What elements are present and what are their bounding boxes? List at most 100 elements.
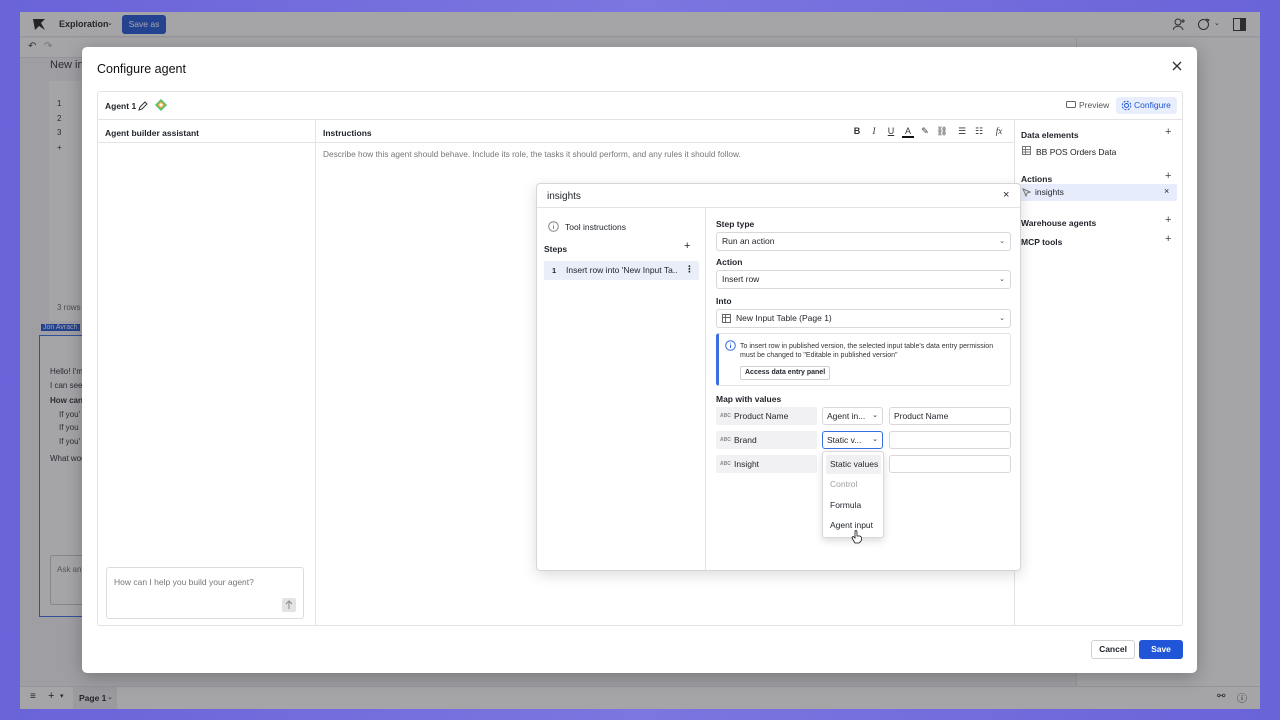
step-type-value: Run an action [722,236,775,246]
source-type-dropdown: Static values Control Formula Agent inpu… [822,451,884,538]
map-field-label: Brand [734,435,757,445]
access-data-entry-button[interactable]: Access data entry panel [740,366,831,380]
chat-placeholder: How can I help you build your agent? [114,577,254,587]
divider [98,142,315,143]
text-color-icon[interactable]: A [902,126,914,138]
agent-resources-panel: Data elements + BB POS Orders Data Actio… [1015,120,1182,625]
text-type-badge: ABC [720,437,731,443]
steps-panel: Tool instructions Steps + 1 Insert row i… [537,208,706,570]
map-field-label: Product Name [734,411,789,421]
add-action-icon[interactable]: + [1165,170,1171,182]
map-source-value: Static v... [827,435,862,445]
into-select[interactable]: New Input Table (Page 1) ⌄ [716,309,1011,328]
step-row[interactable]: 1 Insert row into 'New Input Ta... ⋮ [544,261,699,280]
divider [316,142,1014,143]
step-type-select[interactable]: Run an action ⌄ [716,232,1011,251]
bold-icon[interactable]: B [851,126,863,138]
map-value-input[interactable]: Product Name [889,407,1011,425]
action-config-popup: insights × Tool instructions Steps + 1 I… [536,183,1021,571]
modal-title: Configure agent [97,62,186,76]
map-value-input[interactable] [889,431,1011,449]
table-icon [1022,146,1031,155]
map-field: ABC Brand [716,431,817,449]
preview-tab-label: Preview [1079,100,1110,110]
option-control: Control [830,479,858,489]
info-icon [548,221,559,232]
input-table-icon [722,314,731,323]
chevron-down-icon: ⌄ [999,238,1005,245]
text-type-badge: ABC [720,461,731,467]
preview-tab[interactable]: Preview [1061,97,1115,114]
numbered-list-icon[interactable]: ☷ [973,126,985,138]
action-item-insights[interactable]: insights × [1019,184,1177,201]
map-field: ABC Insight [716,455,817,473]
step-type-label: Step type [716,219,755,229]
arrow-up-icon [285,600,293,609]
into-value: New Input Table (Page 1) [736,313,832,323]
map-field: ABC Product Name [716,407,817,425]
configure-tab-label: Configure [1134,100,1171,110]
map-source-select[interactable]: Agent in... ⌄ [822,407,883,425]
steps-label: Steps [544,244,568,254]
actions-label: Actions [1021,174,1053,184]
save-button[interactable]: Save [1139,640,1183,659]
map-value-input[interactable] [889,455,1011,473]
action-item-label: insights [1035,187,1064,197]
underline-icon[interactable]: U [885,126,897,138]
map-source-select[interactable]: Static v... ⌄ [822,431,883,449]
step-text: Insert row into 'New Input Ta... [566,265,678,275]
builder-assistant-panel: Agent builder assistant How can I help y… [98,120,316,625]
action-select[interactable]: Insert row ⌄ [716,270,1011,289]
data-element-item[interactable]: BB POS Orders Data [1036,147,1116,157]
permission-info-banner: To insert row in published version, the … [716,333,1011,386]
text-type-badge: ABC [720,413,731,419]
instructions-header: Instructions [323,128,372,138]
send-button[interactable] [282,598,296,612]
more-icon[interactable]: ⋮ [685,264,694,275]
agent-header: Agent 1 Preview Configure [98,92,1182,120]
data-elements-label: Data elements [1021,130,1079,140]
action-label: Action [716,257,743,267]
info-text: To insert row in published version, the … [740,343,994,359]
add-warehouse-agent-icon[interactable]: + [1165,214,1171,226]
configure-tab[interactable]: Configure [1116,97,1177,114]
gear-icon [1121,100,1132,111]
chevron-down-icon: ⌄ [999,276,1005,283]
map-values-label: Map with values [716,394,782,404]
option-formula[interactable]: Formula [826,496,881,515]
edit-icon[interactable] [138,101,148,111]
map-field-label: Insight [734,459,760,469]
instructions-placeholder[interactable]: Describe how this agent should behave. I… [323,149,741,159]
popup-header: insights × [537,184,1020,208]
popup-title: insights [547,191,581,202]
chevron-down-icon: ⌄ [872,412,878,419]
info-icon [725,340,736,351]
link-icon[interactable]: ⛓ [936,126,948,138]
builder-chat-input[interactable]: How can I help you build your agent? [106,567,304,619]
action-value: Insert row [722,274,760,284]
map-source-value: Agent in... [827,411,866,421]
tool-instructions-link[interactable]: Tool instructions [565,222,626,232]
highlight-icon[interactable]: ✎ [919,126,931,138]
agent-avatar-icon [155,99,167,111]
chat-icon [1066,101,1076,108]
cancel-button[interactable]: Cancel [1091,640,1135,659]
builder-header: Agent builder assistant [105,128,199,138]
add-step-icon[interactable]: + [684,240,690,252]
option-static-values[interactable]: Static values [826,455,881,474]
italic-icon[interactable]: I [868,126,880,138]
close-icon[interactable]: × [1003,189,1009,201]
bullet-list-icon[interactable]: ☰ [956,126,968,138]
add-mcp-tool-icon[interactable]: + [1165,233,1171,245]
chevron-down-icon: ⌄ [872,436,878,443]
warehouse-agents-label: Warehouse agents [1021,218,1097,228]
step-number: 1 [552,266,557,275]
action-icon [1022,188,1031,197]
formula-icon[interactable]: fx [993,126,1005,138]
mcp-tools-label: MCP tools [1021,237,1063,247]
add-data-element-icon[interactable]: + [1165,126,1171,138]
chevron-down-icon: ⌄ [999,315,1005,322]
remove-action-icon[interactable]: × [1164,186,1169,196]
into-label: Into [716,296,732,306]
close-icon[interactable] [1170,59,1184,73]
